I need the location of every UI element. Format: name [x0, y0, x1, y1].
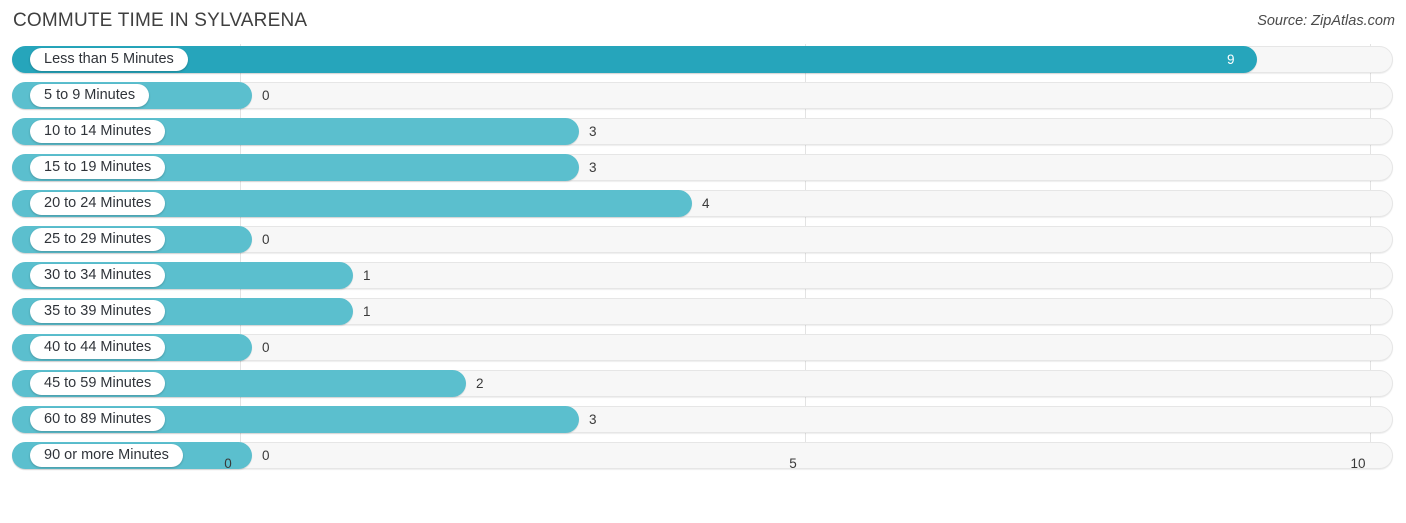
x-axis-tick-label: 0: [224, 456, 232, 471]
bar-row[interactable]: 35 to 39 Minutes 1: [12, 298, 1393, 325]
chart-header: COMMUTE TIME IN SYLVARENA Source: ZipAtl…: [0, 0, 1406, 44]
bar-row[interactable]: 25 to 29 Minutes 0: [12, 226, 1393, 253]
bar-category-label: Less than 5 Minutes: [30, 48, 188, 71]
bar-row[interactable]: 45 to 59 Minutes 2: [12, 370, 1393, 397]
bar-category-label: 30 to 34 Minutes: [30, 264, 166, 287]
chart-plot-area: Less than 5 Minutes 9 5 to 9 Minutes 0 10 to…: [0, 44, 1406, 486]
source-attribution: Source: ZipAtlas.com: [1257, 13, 1395, 29]
bar-row[interactable]: 20 to 24 Minutes 4: [12, 190, 1393, 217]
bar-value-label: 0: [262, 88, 270, 103]
bar-value-label: 2: [476, 376, 484, 391]
bar-value-label: 3: [589, 412, 597, 427]
bar-value-label: 4: [702, 196, 710, 211]
bar-value-label: 3: [589, 160, 597, 175]
bar-category-label: 35 to 39 Minutes: [30, 300, 166, 323]
page-title: COMMUTE TIME IN SYLVARENA: [13, 10, 308, 31]
bar-row[interactable]: 5 to 9 Minutes 0: [12, 82, 1393, 109]
x-axis-tick-label: 10: [1350, 456, 1366, 471]
bar-category-label: 15 to 19 Minutes: [30, 156, 166, 179]
bar-row[interactable]: Less than 5 Minutes 9: [12, 46, 1393, 73]
bar-value-label: 1: [363, 268, 371, 283]
bar-category-label: 60 to 89 Minutes: [30, 408, 166, 431]
bar-category-label: 45 to 59 Minutes: [30, 372, 166, 395]
bar-row[interactable]: 15 to 19 Minutes 3: [12, 154, 1393, 181]
bar-category-label: 10 to 14 Minutes: [30, 120, 166, 143]
bar-value-label: 1: [363, 304, 371, 319]
bar-row[interactable]: 10 to 14 Minutes 3: [12, 118, 1393, 145]
bar-category-label: 40 to 44 Minutes: [30, 336, 166, 359]
bar[interactable]: [12, 46, 1257, 73]
bar-value-label: 3: [589, 124, 597, 139]
bar-row[interactable]: 30 to 34 Minutes 1: [12, 262, 1393, 289]
bar-row[interactable]: 60 to 89 Minutes 3: [12, 406, 1393, 433]
bar-category-label: 25 to 29 Minutes: [30, 228, 166, 251]
bar-value-label: 0: [262, 232, 270, 247]
bar-category-label: 5 to 9 Minutes: [30, 84, 150, 107]
x-axis: 0 5 10: [0, 456, 1406, 486]
bar-value-label: 9: [1227, 52, 1235, 67]
bar-category-label: 20 to 24 Minutes: [30, 192, 166, 215]
bar-row[interactable]: 40 to 44 Minutes 0: [12, 334, 1393, 361]
x-axis-tick-label: 5: [789, 456, 797, 471]
bar-value-label: 0: [262, 340, 270, 355]
